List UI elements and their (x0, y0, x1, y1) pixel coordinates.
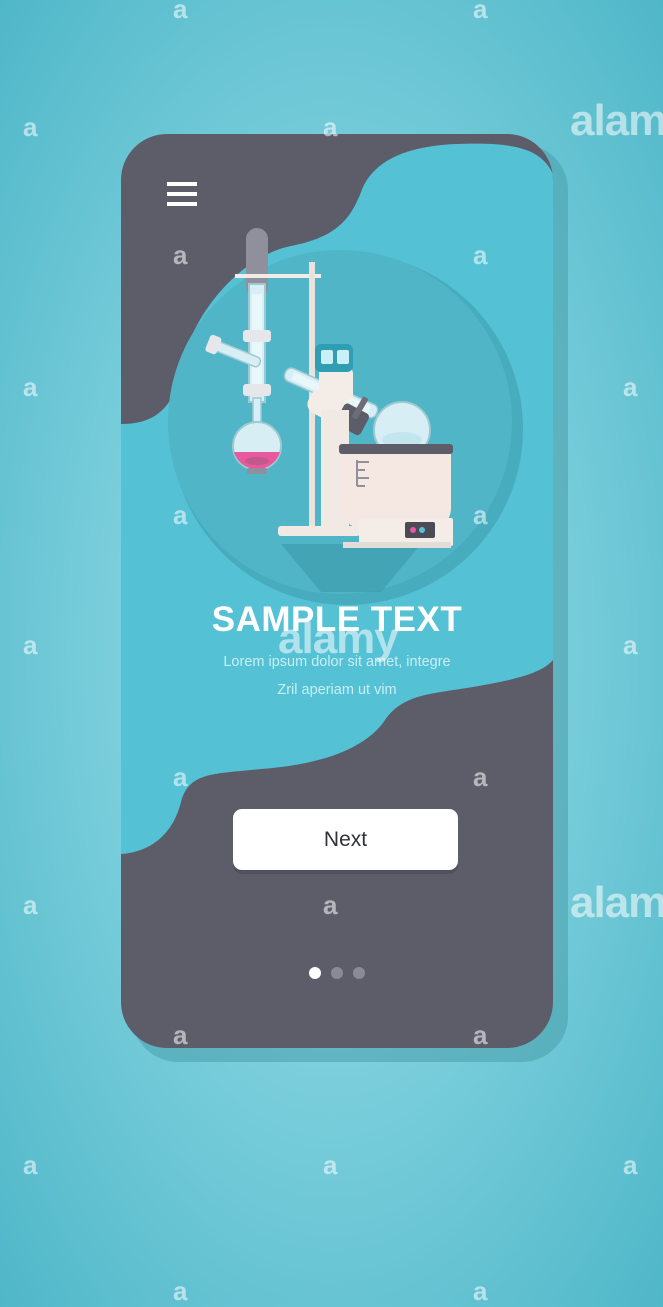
page-dot-3[interactable] (353, 967, 365, 979)
watermark-letter: a (623, 372, 638, 402)
watermark-letter: a (173, 0, 188, 24)
watermark-letter: a (623, 1150, 638, 1180)
subtitle-line-1: Lorem ipsum dolor sit amet, integre (223, 654, 451, 670)
phone-frame: SAMPLE TEXT Lorem ipsum dolor sit amet, … (121, 134, 553, 1048)
watermark-letter: a (323, 1150, 338, 1180)
watermark-letter: a (23, 630, 38, 660)
page-dot-1[interactable] (309, 967, 321, 979)
page-title: SAMPLE TEXT (211, 600, 463, 639)
page-subtitle: Lorem ipsum dolor sit amet, integre Zril… (181, 648, 493, 704)
watermark-letter: a (23, 372, 38, 402)
watermark-letter: a (473, 0, 488, 24)
watermark-letter: a (23, 112, 38, 142)
watermark-logo: alamy (570, 96, 663, 145)
watermark-letter: a (23, 890, 38, 920)
watermark-logo: alamy (570, 878, 663, 927)
next-button[interactable]: Next (233, 809, 458, 870)
watermark-letter: a (623, 630, 638, 660)
watermark-letter: a (23, 1150, 38, 1180)
watermark-letter: a (473, 1276, 488, 1306)
subtitle-line-2: Zril aperiam ut vim (277, 682, 397, 698)
watermark-letter: a (173, 1276, 188, 1306)
rotary-evaporator-illustration (168, 228, 523, 605)
pagination-dots (307, 967, 367, 981)
page-dot-2[interactable] (331, 967, 343, 979)
